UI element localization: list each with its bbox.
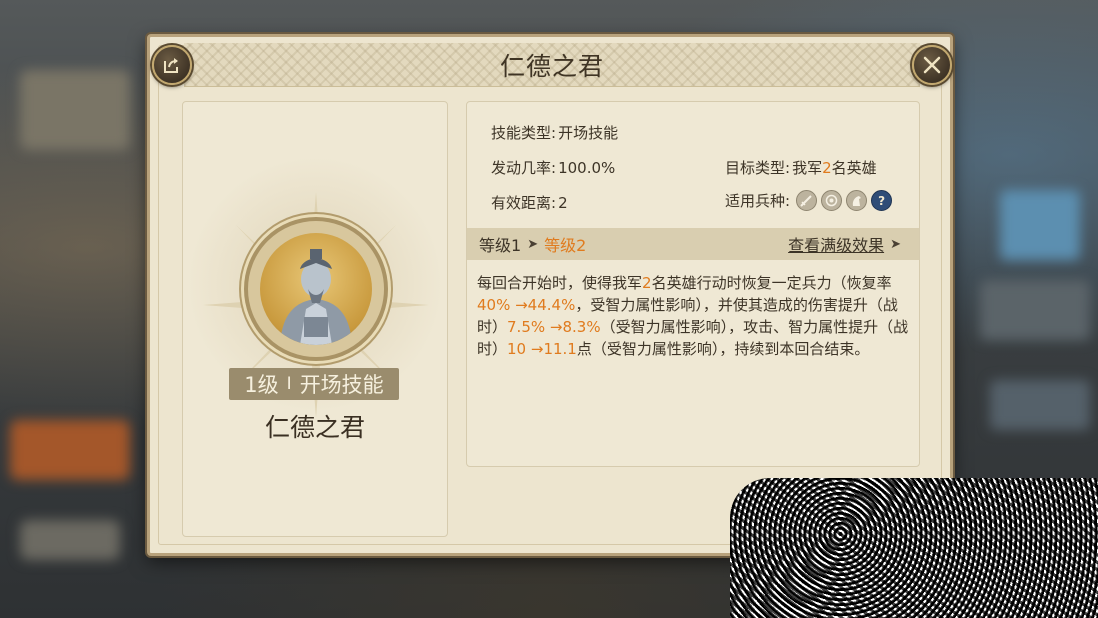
- trigger-rate-row: 发动几率: 100.0%: [491, 157, 615, 178]
- background-blur-shape: [990, 380, 1090, 430]
- desc-text: 每回合开始时，使得我军: [477, 274, 643, 292]
- share-button[interactable]: [152, 45, 192, 85]
- skill-type-value: 开场技能: [558, 124, 619, 142]
- troop-type-label: 适用兵种:: [725, 192, 791, 210]
- noise-overlay: [730, 478, 1098, 618]
- skill-portrait-card: 1级 I 开场技能 仁德之君: [182, 101, 448, 537]
- target-type-prefix: 我军: [792, 159, 823, 177]
- dialog-title: 仁德之君: [499, 51, 604, 81]
- trigger-rate-value: 100.0%: [558, 158, 616, 177]
- next-level: 等级2: [544, 236, 587, 255]
- desc-highlight: 2: [642, 274, 652, 292]
- background-blur-shape: [1000, 190, 1080, 260]
- chevron-right-icon[interactable]: ➤: [890, 237, 901, 252]
- arrow-right-icon: ➤: [527, 236, 539, 252]
- portrait-frame: [244, 217, 388, 361]
- desc-highlight: 10 →11.1: [507, 340, 577, 358]
- title-bar: 仁德之君: [184, 43, 920, 87]
- horse-icon: [846, 190, 868, 211]
- trigger-rate-label: 发动几率:: [491, 159, 557, 177]
- skill-type-row: 技能类型: 开场技能: [491, 122, 618, 143]
- desc-text: 名英雄行动时恢复一定兵力（恢复率: [651, 274, 892, 292]
- current-level: 等级1: [479, 236, 522, 255]
- target-type-row: 目标类型: 我军 2 名英雄: [725, 157, 877, 178]
- troop-icon-list: ?: [796, 190, 893, 211]
- skill-name: 仁德之君: [264, 413, 365, 442]
- sword-icon: [796, 190, 818, 211]
- target-type-label: 目标类型:: [725, 159, 791, 177]
- skill-type-badge: 开场技能: [299, 373, 384, 397]
- skill-info-panel: 技能类型: 开场技能 发动几率: 100.0% 目标类型: 我军 2 名英雄 有…: [466, 101, 920, 467]
- close-icon: [923, 56, 941, 74]
- distance-value: 2: [558, 193, 568, 212]
- badge-separator: I: [286, 374, 292, 394]
- background-blur-shape: [10, 420, 130, 480]
- desc-highlight: 40% →44.4%: [477, 296, 576, 314]
- level-type-badge: 1级 I 开场技能: [229, 368, 399, 400]
- view-max-level-link[interactable]: 查看满级效果: [788, 232, 884, 256]
- close-button[interactable]: [912, 45, 952, 85]
- bow-target-icon: [821, 190, 843, 211]
- desc-highlight: 7.5% →8.3%: [507, 318, 601, 336]
- desc-text: 点（受智力属性影响），持续到本回合结束。: [576, 340, 870, 358]
- target-count: 2: [822, 158, 832, 177]
- skill-type-label: 技能类型:: [491, 124, 557, 142]
- question-icon[interactable]: ?: [871, 190, 893, 211]
- level-compare-bar: 等级1 ➤ 等级2 查看满级效果 ➤: [467, 228, 919, 260]
- skill-description: 每回合开始时，使得我军2名英雄行动时恢复一定兵力（恢复率40% →44.4%，受…: [477, 272, 913, 360]
- background-blur-shape: [980, 280, 1090, 340]
- distance-label: 有效距离:: [491, 194, 557, 212]
- troop-type-row: 适用兵种: ?: [725, 190, 893, 211]
- target-type-suffix: 名英雄: [831, 159, 877, 177]
- skill-level: 1级: [244, 373, 279, 397]
- background-blur-shape: [20, 70, 130, 150]
- background-blur-shape: [20, 520, 120, 560]
- share-icon: [164, 58, 178, 73]
- distance-row: 有效距离: 2: [491, 192, 568, 213]
- hero-portrait: [260, 233, 372, 345]
